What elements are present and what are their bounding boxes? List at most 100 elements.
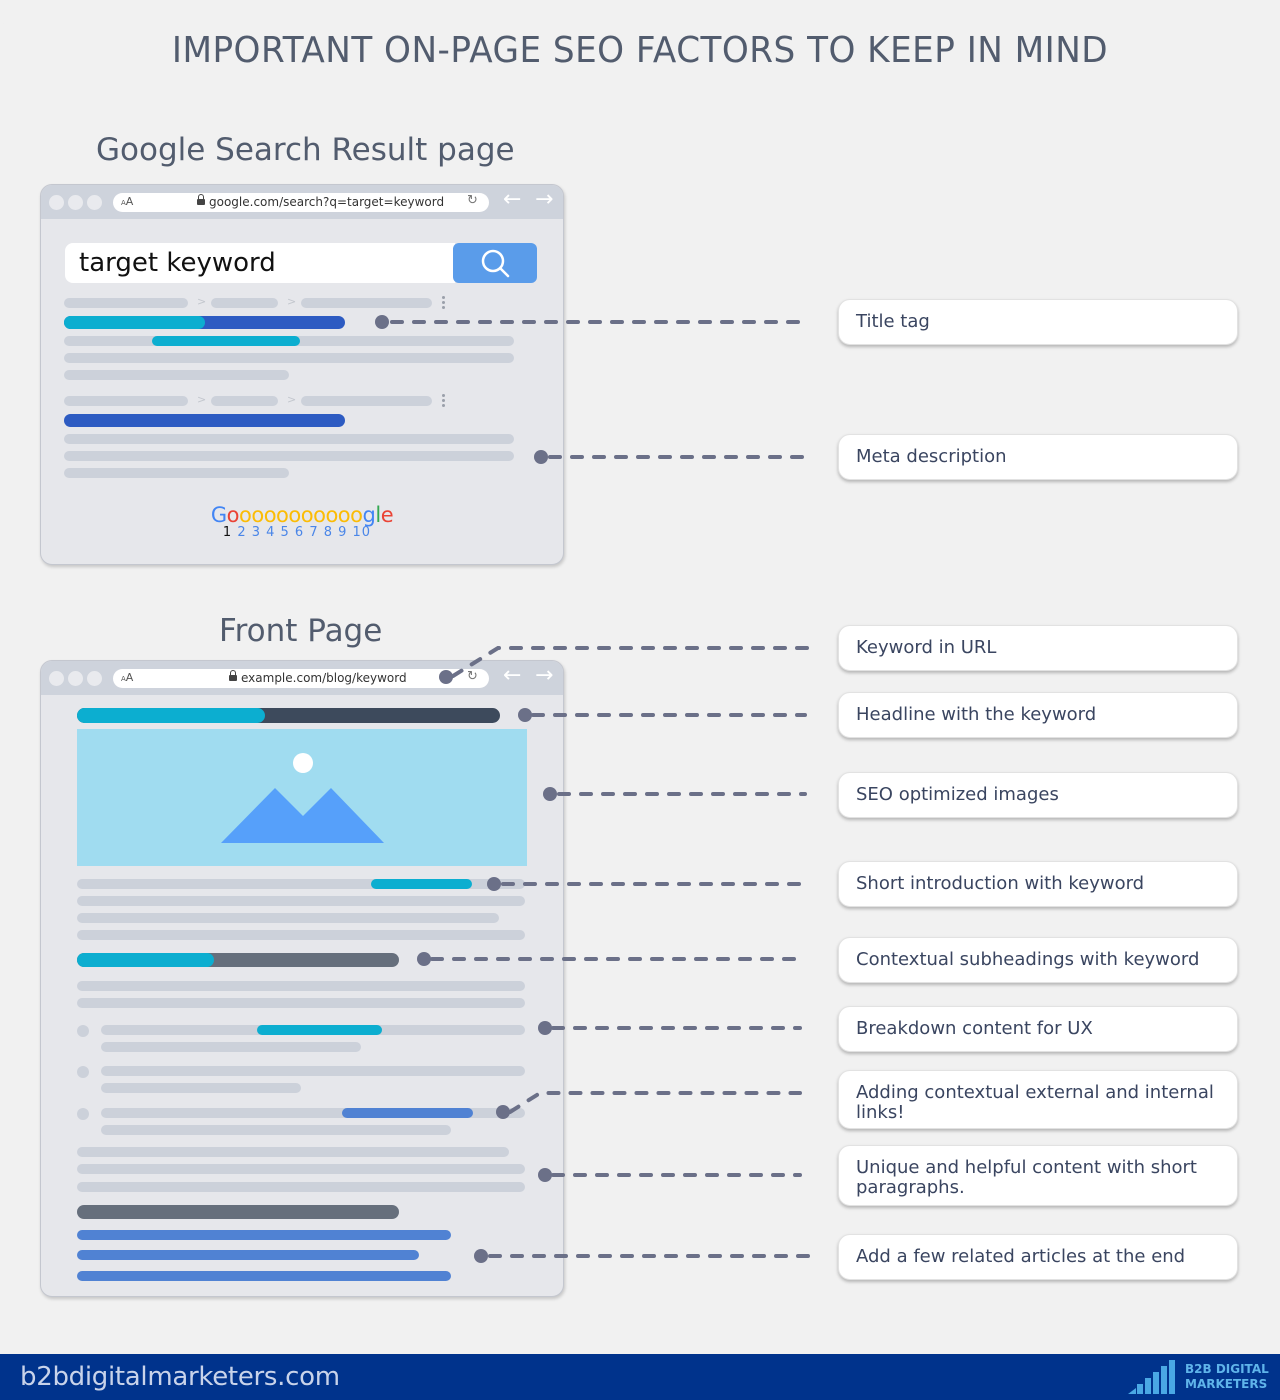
footer: b2bdigitalmarketers.com B2B DIGITAL MARK… xyxy=(0,1354,1280,1400)
logo-letter: o xyxy=(226,503,240,527)
pagination-numbers[interactable]: 1 2 3 4 5 6 7 8 9 10 xyxy=(41,525,558,540)
brand-logo-text: B2B DIGITAL MARKETERS xyxy=(1185,1362,1269,1391)
paragraph-line xyxy=(77,998,525,1008)
chevron-right-icon: > xyxy=(197,393,207,406)
bar-chart-logo-icon xyxy=(1128,1360,1175,1394)
browser-toolbar: AA google.com/search?q=target=keyword ↻ … xyxy=(41,185,563,219)
callout-headline: Headline with the keyword xyxy=(838,692,1238,738)
subheading-keyword-highlight xyxy=(77,953,214,967)
search-button[interactable] xyxy=(453,243,537,283)
footer-domain[interactable]: b2bdigitalmarketers.com xyxy=(20,1362,340,1392)
callout-contextual-links: Adding contextual external and internal … xyxy=(838,1070,1238,1129)
list-item-line xyxy=(101,1125,451,1135)
forward-arrow-icon[interactable]: → xyxy=(535,664,553,688)
lock-icon xyxy=(229,670,237,681)
snippet-line xyxy=(64,434,514,444)
front-browser-window: AA example.com/blog/keyword ↻ ← → xyxy=(40,660,564,1297)
list-bullet xyxy=(77,1025,89,1037)
front-section-title: Front Page xyxy=(219,613,383,649)
more-options-icon[interactable] xyxy=(442,296,445,311)
logo-letter: e xyxy=(380,503,394,527)
paragraph-line xyxy=(77,1147,509,1157)
window-dot xyxy=(68,195,83,210)
related-article-link[interactable] xyxy=(77,1230,451,1240)
snippet-line xyxy=(64,370,289,380)
paragraph-line xyxy=(77,896,525,906)
related-article-link[interactable] xyxy=(77,1250,419,1260)
paragraph-line xyxy=(77,1164,525,1174)
callout-unique-content: Unique and helpful content with short pa… xyxy=(838,1145,1238,1206)
text-size-icon[interactable]: AA xyxy=(121,195,133,208)
image-placeholder-icon xyxy=(221,753,384,843)
current-page: 1 xyxy=(222,525,233,540)
url-text: google.com/search?q=target=keyword xyxy=(197,194,444,209)
callout-seo-images: SEO optimized images xyxy=(838,772,1238,818)
text-size-icon[interactable]: AA xyxy=(121,671,133,684)
list-keyword-highlight xyxy=(257,1025,382,1035)
logo-letter: g xyxy=(362,503,376,527)
logo-letter: oooooooooo xyxy=(239,503,363,527)
reload-icon[interactable]: ↻ xyxy=(467,193,478,208)
featured-image xyxy=(77,729,527,866)
window-dot xyxy=(49,671,64,686)
snippet-keyword-highlight xyxy=(152,336,300,346)
callout-keyword-in-url: Keyword in URL xyxy=(838,625,1238,671)
browser-toolbar: AA example.com/blog/keyword ↻ ← → xyxy=(41,661,563,695)
list-bullet xyxy=(77,1066,89,1078)
page-links[interactable]: 2 3 4 5 6 7 8 9 10 xyxy=(237,525,371,540)
chevron-right-icon: > xyxy=(197,295,207,308)
list-item-line xyxy=(101,1066,525,1076)
window-dot xyxy=(87,195,102,210)
pagination-logo: Gooooooooooogle xyxy=(41,503,563,527)
headline-keyword-highlight xyxy=(77,708,265,723)
list-item-line xyxy=(101,1083,301,1093)
paragraph-line xyxy=(77,913,499,923)
paragraph-line xyxy=(77,1182,525,1192)
window-dot xyxy=(49,195,64,210)
callout-subheadings: Contextual subheadings with keyword xyxy=(838,937,1238,983)
url-text: example.com/blog/keyword xyxy=(229,670,407,685)
snippet-line xyxy=(64,353,514,363)
address-bar[interactable]: AA google.com/search?q=target=keyword ↻ xyxy=(113,193,489,212)
list-item-line xyxy=(101,1042,361,1052)
logo-letter: G xyxy=(210,503,227,527)
breadcrumb-placeholder xyxy=(64,298,188,308)
search-input[interactable]: target keyword xyxy=(65,243,455,283)
snippet-line xyxy=(64,451,514,461)
callout-related-articles: Add a few related articles at the end xyxy=(838,1234,1238,1280)
breadcrumb-placeholder xyxy=(211,298,278,308)
inline-link-bar[interactable] xyxy=(342,1108,473,1118)
serp-browser-window: AA google.com/search?q=target=keyword ↻ … xyxy=(40,184,564,565)
window-dot xyxy=(68,671,83,686)
title-keyword-highlight xyxy=(64,316,205,329)
lock-icon xyxy=(197,194,205,205)
reload-icon[interactable]: ↻ xyxy=(467,669,478,684)
chevron-right-icon: > xyxy=(287,393,297,406)
search-icon xyxy=(481,249,510,278)
related-article-link[interactable] xyxy=(77,1271,451,1281)
list-bullet xyxy=(77,1108,89,1120)
callout-short-intro: Short introduction with keyword xyxy=(838,861,1238,907)
back-arrow-icon[interactable]: ← xyxy=(503,188,521,212)
callout-meta-description: Meta description xyxy=(838,434,1238,480)
address-bar[interactable]: AA example.com/blog/keyword ↻ xyxy=(113,669,489,688)
window-dot xyxy=(87,671,102,686)
paragraph-line xyxy=(77,930,525,940)
breadcrumb-placeholder xyxy=(301,298,432,308)
result-title-bar[interactable] xyxy=(64,414,345,427)
chevron-right-icon: > xyxy=(287,295,297,308)
page-title: IMPORTANT ON-PAGE SEO FACTORS TO KEEP IN… xyxy=(171,30,1109,71)
forward-arrow-icon[interactable]: → xyxy=(535,188,553,212)
paragraph-line xyxy=(77,981,525,991)
intro-keyword-highlight xyxy=(371,879,472,889)
back-arrow-icon[interactable]: ← xyxy=(503,664,521,688)
breadcrumb-placeholder xyxy=(64,396,188,406)
related-heading-bar xyxy=(77,1205,399,1219)
serp-section-title: Google Search Result page xyxy=(96,132,515,168)
breadcrumb-placeholder xyxy=(211,396,278,406)
breadcrumb-placeholder xyxy=(301,396,432,406)
more-options-icon[interactable] xyxy=(442,394,445,409)
snippet-line xyxy=(64,468,289,478)
callout-title-tag: Title tag xyxy=(838,299,1238,345)
callout-breakdown-content: Breakdown content for UX xyxy=(838,1006,1238,1052)
